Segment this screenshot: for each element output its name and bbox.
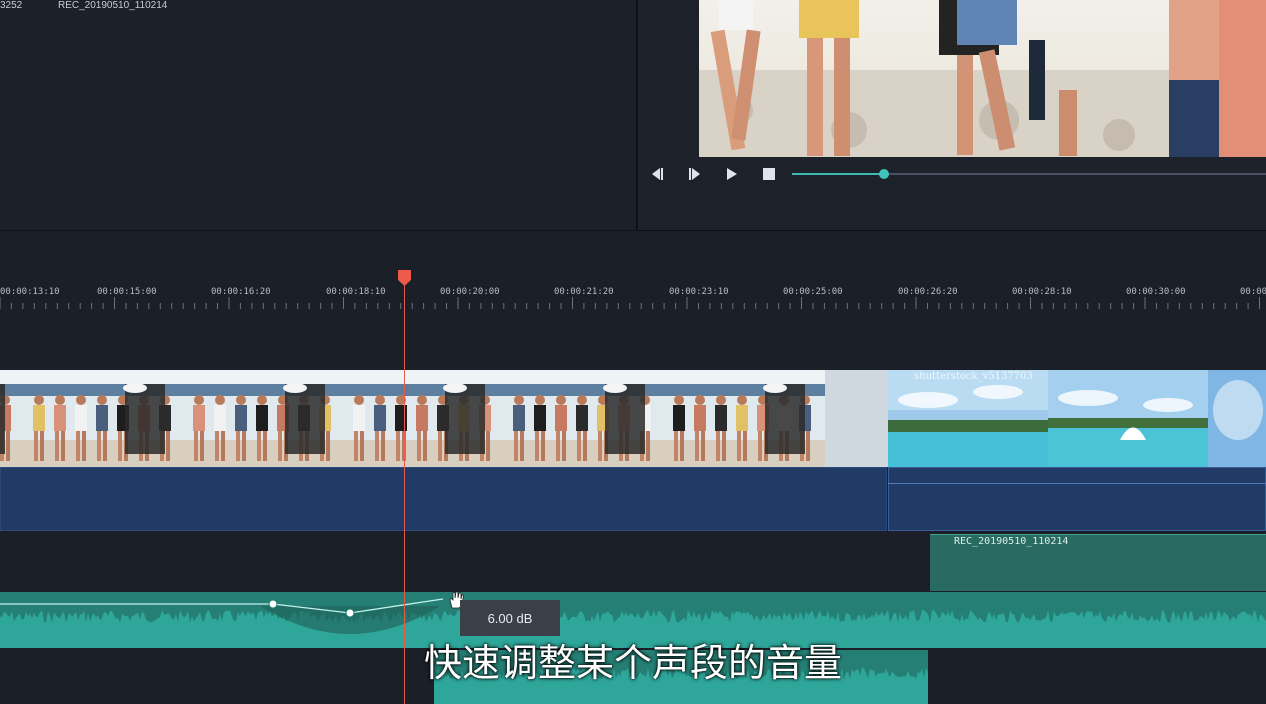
video-audio-track[interactable] — [888, 467, 1266, 531]
play-button[interactable] — [722, 166, 742, 186]
ruler-ticks — [0, 297, 1260, 309]
ruler-tick-label: 00:00 — [1240, 287, 1266, 297]
next-frame-icon — [687, 167, 703, 186]
ruler-tick-label: 00:00:21:20 — [554, 287, 614, 297]
video-clip-beach[interactable] — [0, 370, 888, 467]
ruler-tick-label: 00:00:30:00 — [1126, 287, 1186, 297]
prev-frame-button[interactable] — [647, 166, 667, 186]
ruler-tick-label: 00:00:13:10 — [0, 287, 60, 297]
subtitle-caption: 快速调整某个声段的音量 — [423, 641, 842, 685]
ruler-tick-label: 00:00:26:20 — [898, 287, 958, 297]
video-clip-label: shutterstock_v5137703 — [914, 371, 1033, 382]
seek-bar-handle[interactable] — [879, 169, 889, 179]
media-item-label[interactable]: REC_20190510_110214 — [58, 0, 167, 11]
video-clip-ocean[interactable] — [888, 370, 1266, 467]
volume-line — [888, 483, 1266, 484]
play-icon — [724, 167, 740, 186]
timeline-toolbar — [0, 230, 1266, 272]
ruler-tick-label: 00:00:23:10 — [669, 287, 729, 297]
ruler-tick-label: 00:00:25:00 — [783, 287, 843, 297]
ruler-tick-label: 00:00:18:10 — [326, 287, 386, 297]
volume-keyframe[interactable] — [345, 608, 355, 618]
volume-tooltip: 6.00 dB — [460, 600, 560, 636]
media-item-label[interactable]: 3252 — [0, 0, 22, 11]
audio-clip-label: REC_20190510_110214 — [954, 536, 1069, 547]
ruler-tick-label: 00:00:20:00 — [440, 287, 500, 297]
stop-icon — [762, 167, 776, 186]
timeline-ruler[interactable] — [0, 271, 1266, 311]
prev-frame-icon — [649, 167, 665, 186]
video-audio-track[interactable] — [0, 467, 887, 531]
stop-button[interactable] — [759, 166, 779, 186]
video-preview — [699, 0, 1266, 157]
volume-keyframe[interactable] — [268, 599, 278, 609]
seek-bar-progress — [792, 173, 884, 175]
next-frame-button[interactable] — [685, 166, 705, 186]
playhead-handle[interactable] — [397, 270, 412, 292]
ruler-tick-label: 00:00:15:00 — [97, 287, 157, 297]
ruler-tick-label: 00:00:28:10 — [1012, 287, 1072, 297]
media-library-panel — [0, 0, 636, 230]
ruler-tick-label: 00:00:16:20 — [211, 287, 271, 297]
